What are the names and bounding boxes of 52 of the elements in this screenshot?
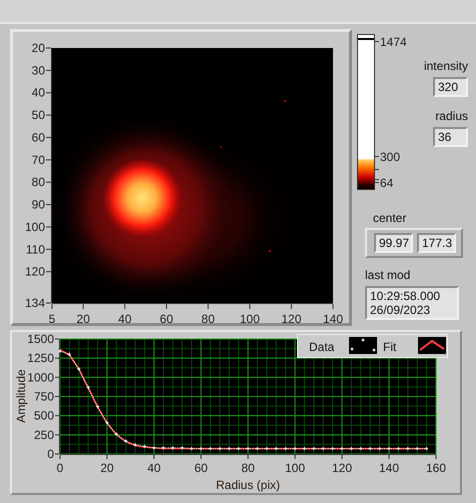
x-axis-title: Radius (pix) bbox=[216, 478, 280, 492]
tick-label: 50 bbox=[32, 108, 45, 122]
tick-label: 60 bbox=[160, 312, 174, 323]
tick-label: 40 bbox=[147, 461, 161, 475]
tick-label: 20 bbox=[76, 312, 90, 323]
tick-label: 0 bbox=[47, 447, 54, 461]
indicator-label: center bbox=[373, 211, 406, 225]
tick-label: 134 bbox=[24, 296, 45, 310]
indicator-label: last mod bbox=[365, 268, 410, 282]
tick-label: 100 bbox=[284, 461, 306, 475]
tick-label: 60 bbox=[194, 461, 208, 475]
y-axis-title: Amplitude bbox=[14, 369, 28, 423]
numeric-indicator: 99.97 bbox=[374, 233, 413, 253]
tick-label: 1250 bbox=[27, 351, 54, 366]
tick-label: 0 bbox=[56, 461, 64, 475]
tick-label: 30 bbox=[32, 63, 45, 78]
scale-label: 1474 bbox=[380, 35, 407, 49]
tick-label: 250 bbox=[34, 428, 54, 442]
tick-label: 750 bbox=[34, 390, 54, 404]
numeric-indicator: 36 bbox=[433, 127, 468, 147]
tick-label: 5 bbox=[48, 312, 56, 323]
tick-label: 500 bbox=[34, 408, 54, 423]
tick-label: 120 bbox=[24, 264, 45, 279]
tick-label: 60 bbox=[32, 130, 45, 144]
legend-label: Data bbox=[309, 340, 334, 354]
numeric-indicator: 177.3 bbox=[417, 233, 456, 253]
scale-label: 300 bbox=[380, 150, 400, 164]
tick-label: 100 bbox=[240, 312, 260, 323]
tick-label: 1500 bbox=[27, 332, 54, 346]
timestamp-indicator: 10:29:58.000 26/09/2023 bbox=[365, 286, 459, 320]
tick-label: 140 bbox=[378, 461, 400, 475]
tick-label: 120 bbox=[332, 461, 352, 475]
tick-label: 80 bbox=[241, 461, 255, 475]
scale-label: 64 bbox=[380, 176, 394, 190]
numeric-indicator: 320 bbox=[433, 77, 468, 97]
tick-label: 110 bbox=[26, 242, 45, 256]
tick-label: 70 bbox=[32, 152, 45, 167]
tick-label: 90 bbox=[32, 198, 45, 212]
tick-label: 40 bbox=[118, 312, 132, 323]
indicator-label: intensity bbox=[424, 59, 468, 73]
tick-label: 20 bbox=[100, 461, 114, 475]
tick-label: 160 bbox=[426, 461, 446, 475]
indicator-label: radius bbox=[435, 109, 468, 123]
tick-label: 40 bbox=[32, 86, 45, 100]
tick-label: 1000 bbox=[27, 370, 54, 384]
tick-label: 100 bbox=[24, 220, 45, 234]
tick-label: 80 bbox=[32, 175, 45, 190]
legend-label: Fit bbox=[383, 340, 396, 354]
tick-label: 20 bbox=[32, 41, 45, 55]
tick-label: 80 bbox=[201, 312, 215, 323]
tick-label: 140 bbox=[322, 312, 344, 323]
tick-label: 120 bbox=[281, 312, 302, 323]
